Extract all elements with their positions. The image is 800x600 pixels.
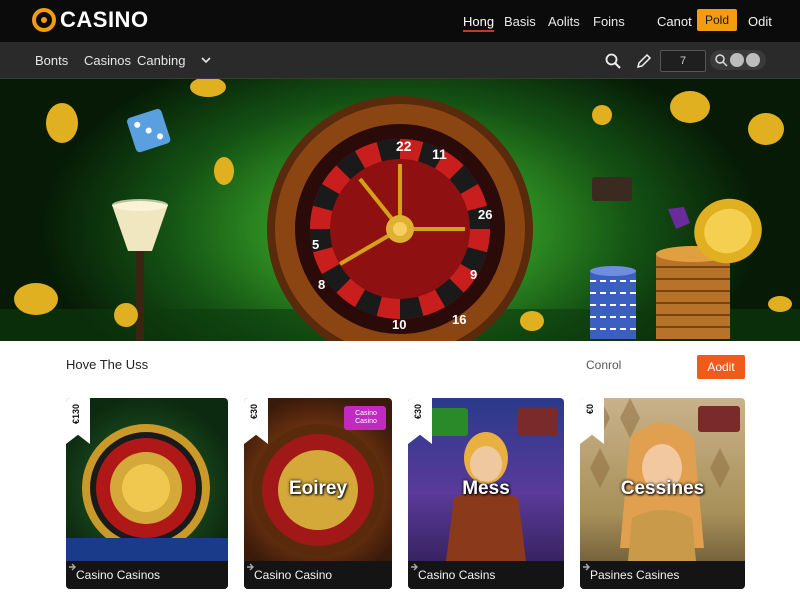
search-input[interactable]: 7 [660,50,706,72]
arrow-right-icon[interactable] [66,561,78,573]
wheel-number: 9 [470,267,477,282]
top-bar: CASINO Hong Basis Aolits Foins Canot Pol… [0,0,800,42]
cancel-link[interactable]: Canot [657,0,692,42]
card-art-title: Eoirey [288,478,348,499]
card-label: Pasines Casines [590,568,680,582]
section-action-button[interactable]: Aodit [697,355,745,379]
topnav-item-foins[interactable]: Foins [593,0,625,42]
section-title: Hove The Uss [66,357,149,372]
wheel-number: 11 [432,146,447,162]
logo-text: CASINO [60,7,149,32]
dice-icon [127,108,171,153]
card-footer: Casino Casinos [66,561,228,589]
casino-badge-icon [592,177,632,201]
card-label: Casino Casino [254,568,333,582]
gem-icon [668,207,690,229]
hero-illustration: 22 11 5 8 10 9 26 16 [0,79,800,341]
card-art-title: Cessines [620,478,705,499]
avatar-icon[interactable] [746,53,760,67]
icon-toggle-group[interactable] [710,50,766,70]
wheel-number: 10 [392,317,406,332]
card-label: Casino Casinos [76,568,161,582]
wheel-number: 22 [396,138,412,154]
wheel-number: 16 [452,312,466,327]
search-icon[interactable] [604,52,622,70]
gear-icon[interactable] [730,53,744,67]
topnav-item-aolits[interactable]: Aolits [548,0,580,42]
roulette-logo-icon [32,8,56,32]
card-footer: Pasines Casines [580,561,745,589]
arrow-right-icon[interactable] [580,561,592,573]
section-link[interactable]: Conrol [586,358,621,372]
chip-stack-icon [590,266,636,339]
card-footer: Casino Casins [408,561,564,589]
arrow-right-icon[interactable] [408,561,420,573]
wheel-number: 26 [478,207,492,222]
subnav-item-casinos[interactable]: Casinos [84,42,131,79]
card-art-title: Mess [462,478,510,499]
subnav-item-bonts[interactable]: Bonts [35,42,68,79]
subnav-item-canbing[interactable]: Canbing [137,42,185,79]
topnav-item-basis[interactable]: Basis [504,0,536,42]
game-card[interactable]: €0 Cessines Pasines Casines [580,398,745,589]
card-badge: Casino Casino [355,410,377,425]
wheel-number: 8 [318,277,325,292]
edit-icon[interactable] [635,52,653,70]
topnav-item-home[interactable]: Hong [463,0,495,42]
brand-logo[interactable]: CASINO [30,6,149,34]
game-card[interactable]: €130 Casino Casinos [66,398,228,589]
hero-banner: 22 11 5 8 10 9 26 16 [0,79,800,341]
roulette-wheel [267,96,533,341]
game-card[interactable]: €30 Eoirey Casino Casino Casino Casino [244,398,392,589]
arrow-right-icon[interactable] [244,561,256,573]
primary-button[interactable]: Pold [697,9,737,31]
wheel-number: 5 [312,237,319,252]
card-footer: Casino Casino [244,561,392,589]
chevron-down-icon[interactable] [200,54,212,66]
search-icon[interactable] [714,53,728,67]
card-label: Casino Casins [418,568,496,582]
game-card[interactable]: €30 Mess Casino Casins [408,398,564,589]
odit-link[interactable]: Odit [748,0,772,42]
